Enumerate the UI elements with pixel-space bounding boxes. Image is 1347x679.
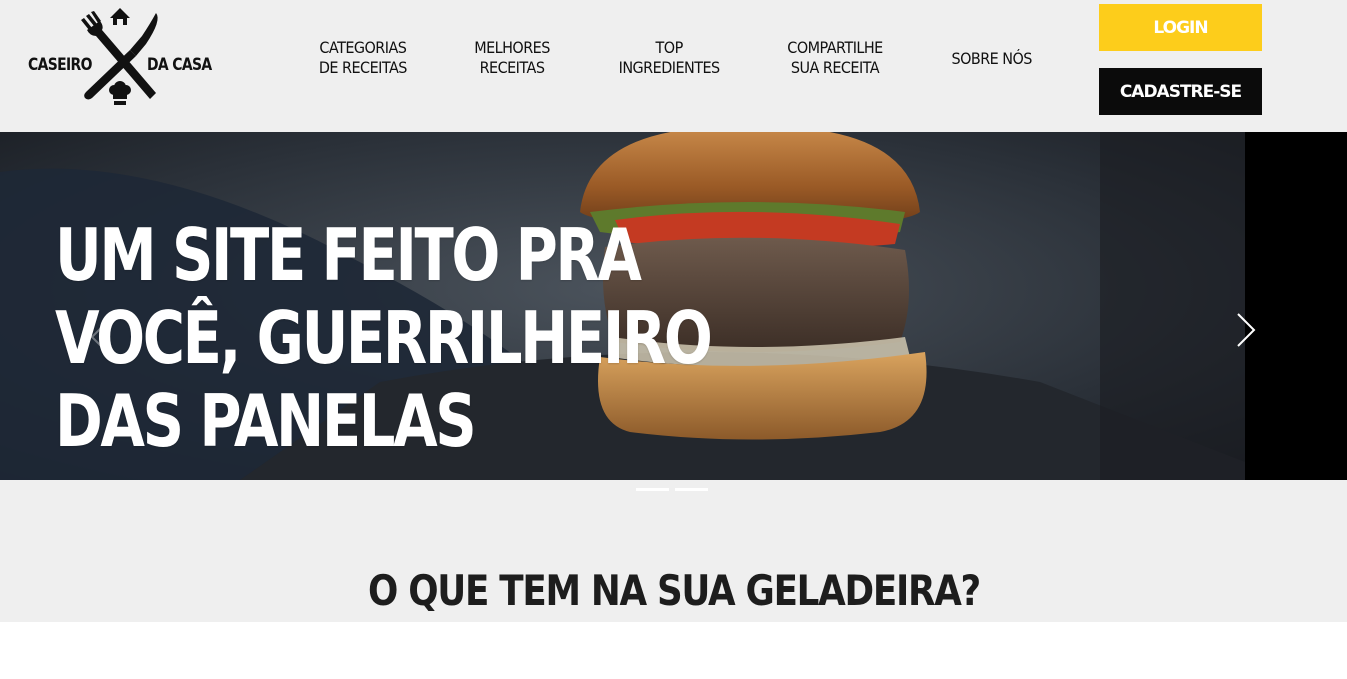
login-button[interactable]: LOGIN [1099,4,1262,51]
nav-about-label: SOBRE NÓS [951,49,1032,68]
nav-best-line2: RECEITAS [479,58,545,77]
nav-top-line2: INGREDIENTES [618,58,721,77]
nav-categories-line2: DE RECEITAS [318,58,408,77]
site-logo[interactable]: CASEIRO DA CASA [26,8,216,108]
fridge-section-title-text: O QUE TEM NA SUA GELADEIRA? [367,566,981,615]
hero-black-panel [1245,132,1347,480]
hero-headline-line2: VOCÊ, GUERRILHEIRO [55,296,713,380]
hero-headline-line1: UM SITE FEITO PRA [55,213,642,297]
nav-about[interactable]: SOBRE NÓS [951,49,1032,69]
chevron-left-icon[interactable] [88,317,112,357]
slider-dots [636,488,708,491]
site-header: CASEIRO DA CASA CATEGORIAS DE RECEITAS M… [0,0,1347,132]
nav-share-line2: SUA RECEITA [790,58,880,77]
slider-dot-2[interactable] [675,488,708,491]
signup-button[interactable]: CADASTRE-SE [1099,68,1262,115]
nav-best-recipes[interactable]: MELHORES RECEITAS [474,38,550,78]
nav-categories-line1: CATEGORIAS [319,38,407,57]
nav-best-line1: MELHORES [474,38,550,57]
hero-slider: UM SITE FEITO PRA VOCÊ, GUERRILHEIRO DAS… [0,132,1347,480]
nav-share-line1: COMPARTILHE [787,38,883,57]
nav-categories[interactable]: CATEGORIAS DE RECEITAS [318,38,408,78]
nav-top-ingredients[interactable]: TOP INGREDIENTES [618,38,721,78]
fridge-section-title: O QUE TEM NA SUA GELADEIRA? [0,566,1347,615]
nav-share-recipe[interactable]: COMPARTILHE SUA RECEITA [787,38,883,78]
slider-dot-1[interactable] [636,488,669,491]
logo-text-right: DA CASA [147,55,212,75]
chevron-right-icon[interactable] [1234,310,1258,350]
hero-headline-line3: DAS PANELAS [55,379,477,463]
nav-top-line1: TOP [655,38,684,57]
hero-headline: UM SITE FEITO PRA VOCÊ, GUERRILHEIRO DAS… [55,213,713,463]
